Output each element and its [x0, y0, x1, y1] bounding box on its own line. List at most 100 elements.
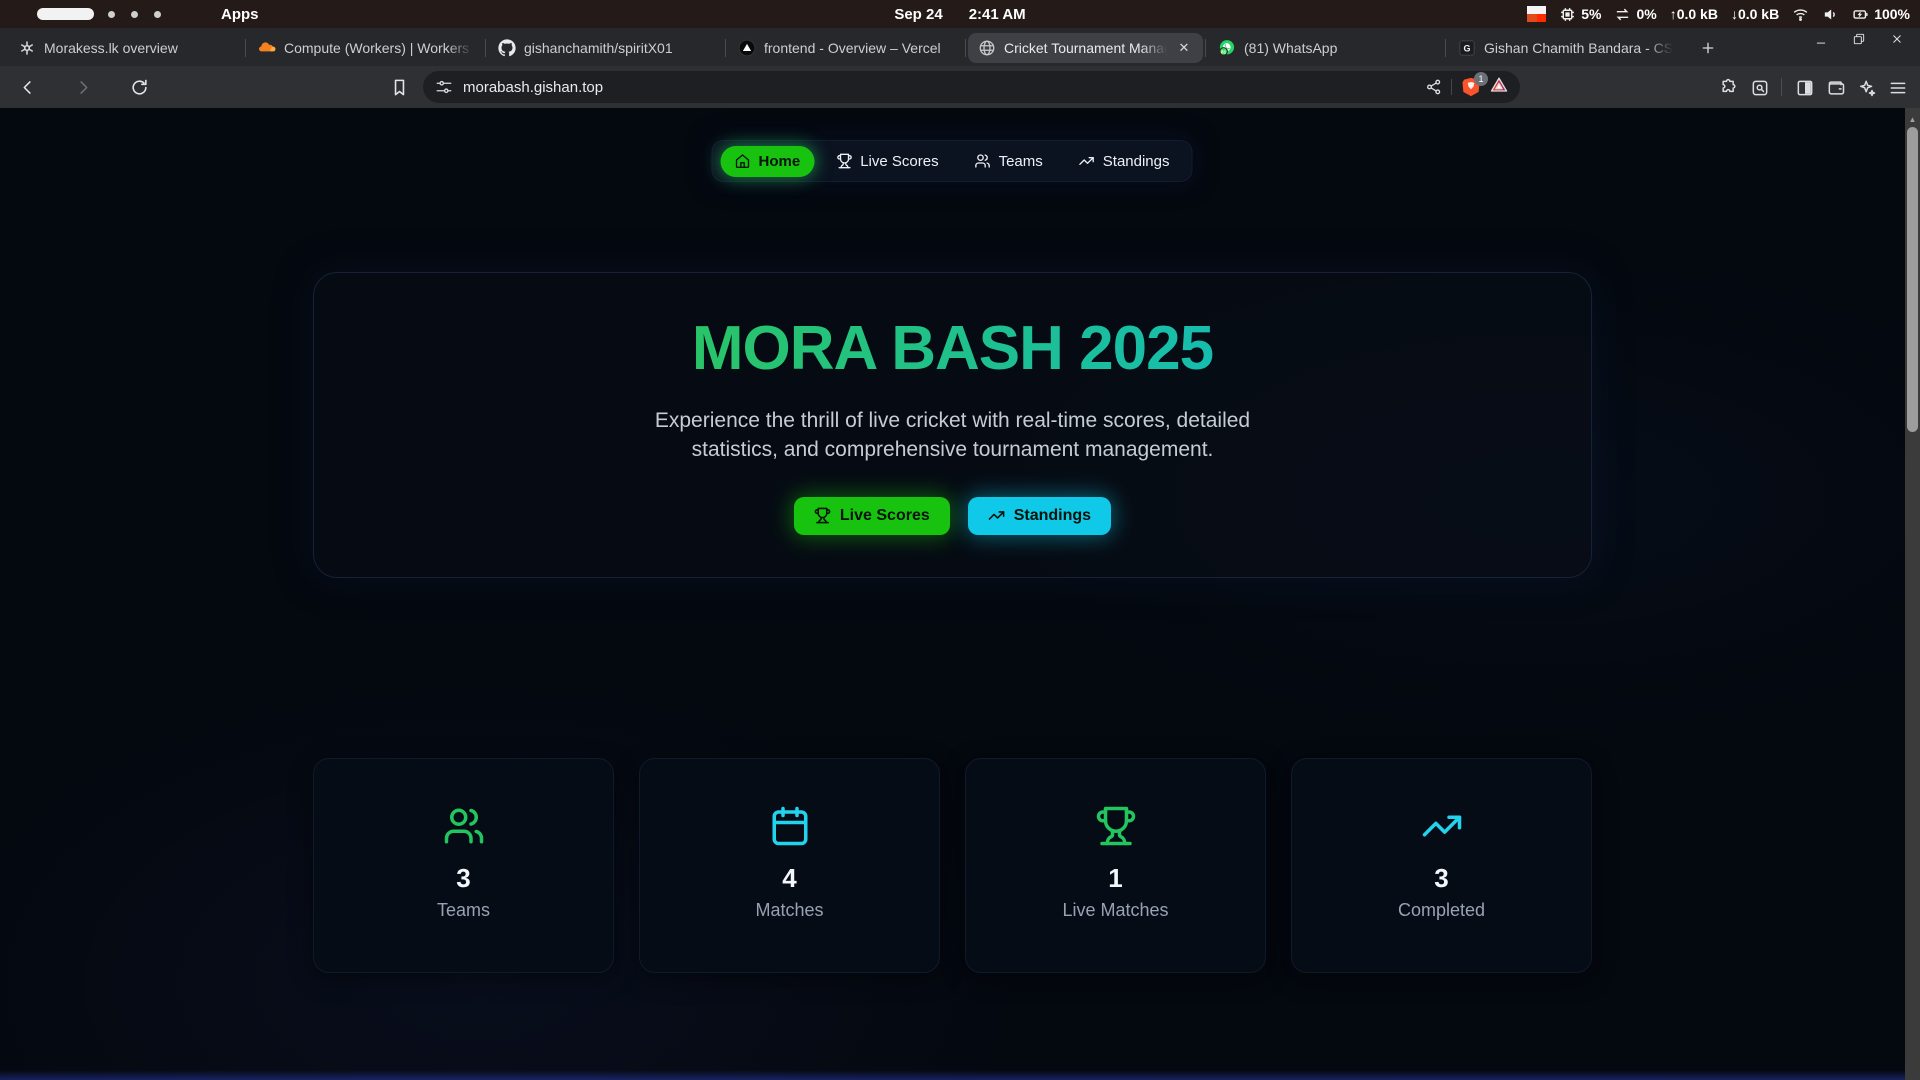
- nav-item-standings[interactable]: Standings: [1065, 146, 1184, 177]
- volume-icon: [1822, 6, 1839, 23]
- new-tab-button[interactable]: [1693, 33, 1723, 63]
- trophy-icon: [1095, 805, 1137, 847]
- shields-badge: 1: [1474, 72, 1488, 86]
- restore-button[interactable]: [1850, 30, 1868, 48]
- whatsapp-favicon-icon: 81: [1218, 39, 1236, 57]
- stat-label: Completed: [1398, 900, 1485, 921]
- sidebar-toggle-icon[interactable]: [1795, 78, 1813, 96]
- keyboard-layout-flag-icon: [1527, 6, 1546, 22]
- date-label: Sep 24: [894, 6, 942, 23]
- browser-tab-2[interactable]: Compute (Workers) | Workers &: [248, 33, 483, 63]
- page-scrollbar[interactable]: ▲: [1905, 108, 1920, 1080]
- share-icon[interactable]: [1425, 78, 1443, 96]
- stat-label: Teams: [437, 900, 490, 921]
- site-navigation: Home Live Scores Teams Standings: [712, 140, 1193, 182]
- battery-indicator: 100%: [1852, 6, 1910, 23]
- nav-label: Standings: [1103, 153, 1170, 170]
- nav-item-live-scores[interactable]: Live Scores: [822, 146, 952, 177]
- stat-card-completed: 3Completed: [1291, 758, 1592, 973]
- menu-icon[interactable]: [1888, 78, 1906, 96]
- wallet-icon[interactable]: [1826, 78, 1844, 96]
- bottom-glow: [0, 1070, 1920, 1080]
- vercel-favicon-icon: [738, 39, 756, 57]
- nav-label: Home: [759, 153, 801, 170]
- trophy-icon: [836, 153, 852, 169]
- g-doc-favicon-icon: G: [1458, 39, 1476, 57]
- tab-title: Gishan Chamith Bandara - CSE U: [1484, 40, 1673, 56]
- tab-title: Compute (Workers) | Workers &: [284, 40, 473, 56]
- browser-tab-4[interactable]: frontend - Overview – Vercel: [728, 33, 963, 63]
- svg-text:G: G: [1463, 43, 1470, 53]
- tab-close-icon[interactable]: ✕: [1175, 39, 1193, 57]
- trophy-icon: [814, 507, 831, 524]
- users-icon: [443, 805, 485, 847]
- home-icon: [735, 153, 751, 169]
- hero-panel: MORA BASH 2025 Experience the thrill of …: [313, 272, 1592, 578]
- cloudflare-favicon-icon: [258, 39, 276, 57]
- cpu-icon: [1559, 6, 1576, 23]
- desktop: Apps Sep 24 2:41 AM 5% 0% ↑0.0 kB ↓0.0 k…: [0, 0, 1920, 1080]
- stat-value: 4: [782, 863, 796, 894]
- transfer-arrows-icon: [1614, 6, 1631, 23]
- svg-text:81: 81: [1221, 49, 1227, 54]
- hero-subtitle: Experience the thrill of live cricket wi…: [633, 406, 1273, 465]
- browser-toolbar: morabash.gishan.top 1: [0, 66, 1920, 108]
- forward-button[interactable]: [68, 72, 98, 102]
- brave-shields-button[interactable]: 1: [1460, 76, 1482, 98]
- extensions-icon[interactable]: [1719, 78, 1737, 96]
- apps-menu[interactable]: Apps: [221, 6, 259, 23]
- standings-button[interactable]: Standings: [968, 497, 1111, 535]
- stat-label: Live Matches: [1062, 900, 1168, 921]
- cpu-indicator: 5%: [1559, 6, 1601, 23]
- stat-card-live-matches: 1Live Matches: [965, 758, 1266, 973]
- live-scores-button[interactable]: Live Scores: [794, 497, 950, 535]
- button-label: Standings: [1014, 507, 1091, 525]
- nav-item-teams[interactable]: Teams: [961, 146, 1057, 177]
- clock[interactable]: Sep 24 2:41 AM: [894, 0, 1025, 28]
- site-settings-tune-icon[interactable]: [435, 78, 453, 96]
- scrollbar-thumb[interactable]: [1907, 127, 1918, 432]
- page-title: MORA BASH 2025: [692, 313, 1213, 384]
- tab-title: gishanchamith/spiritX01: [524, 40, 713, 56]
- reload-button[interactable]: [124, 72, 154, 102]
- address-bar[interactable]: morabash.gishan.top 1: [423, 71, 1520, 103]
- github-favicon-icon: [498, 39, 516, 57]
- brave-rewards-icon[interactable]: [1490, 76, 1512, 98]
- globe-favicon-icon: [978, 39, 996, 57]
- network-usage-indicator: 0%: [1614, 6, 1656, 23]
- download-rate: ↓0.0 kB: [1731, 6, 1779, 22]
- stat-card-teams: 3 Teams: [313, 758, 614, 973]
- scroll-up-arrow[interactable]: ▲: [1905, 112, 1920, 126]
- browser-tab-1[interactable]: Morakess.lk overview: [8, 33, 243, 63]
- close-window-button[interactable]: [1888, 30, 1906, 48]
- nav-item-home[interactable]: Home: [721, 146, 815, 177]
- nav-label: Live Scores: [860, 153, 938, 170]
- browser-tab-5[interactable]: Cricket Tournament Manage ✕: [968, 33, 1203, 63]
- stats-row: 3 Teams 4 Matches 1Live Matches3Completed: [313, 758, 1592, 973]
- leo-ai-sparkle-icon[interactable]: [1857, 78, 1875, 96]
- browser-tab-6[interactable]: 81 (81) WhatsApp: [1208, 33, 1443, 63]
- workspace-dots[interactable]: [108, 11, 161, 18]
- button-label: Live Scores: [840, 507, 930, 525]
- tab-title: (81) WhatsApp: [1244, 40, 1433, 56]
- nav-label: Teams: [999, 153, 1043, 170]
- bookmarks-button[interactable]: [384, 72, 414, 102]
- stat-value: 3: [456, 863, 470, 894]
- wifi-icon: [1792, 6, 1809, 23]
- webpage-viewport: Home Live Scores Teams Standings MORA BASH …: [0, 108, 1920, 1080]
- back-button[interactable]: [12, 72, 42, 102]
- system-tray[interactable]: 5% 0% ↑0.0 kB ↓0.0 kB 100%: [1527, 0, 1910, 28]
- trending-up-icon: [1421, 805, 1463, 847]
- tab-title: Cricket Tournament Manage: [1004, 40, 1167, 56]
- time-label: 2:41 AM: [969, 6, 1026, 23]
- upload-rate: ↑0.0 kB: [1670, 6, 1718, 22]
- minimize-button[interactable]: [1812, 30, 1830, 48]
- url-text[interactable]: morabash.gishan.top: [463, 79, 1425, 96]
- browser-tab-3[interactable]: gishanchamith/spiritX01: [488, 33, 723, 63]
- search-in-tab-icon[interactable]: [1750, 78, 1768, 96]
- trending-up-icon: [988, 507, 1005, 524]
- users-icon: [975, 153, 991, 169]
- stat-label: Matches: [755, 900, 823, 921]
- browser-tab-7[interactable]: G Gishan Chamith Bandara - CSE U: [1448, 33, 1683, 63]
- activities-pill[interactable]: [37, 8, 94, 20]
